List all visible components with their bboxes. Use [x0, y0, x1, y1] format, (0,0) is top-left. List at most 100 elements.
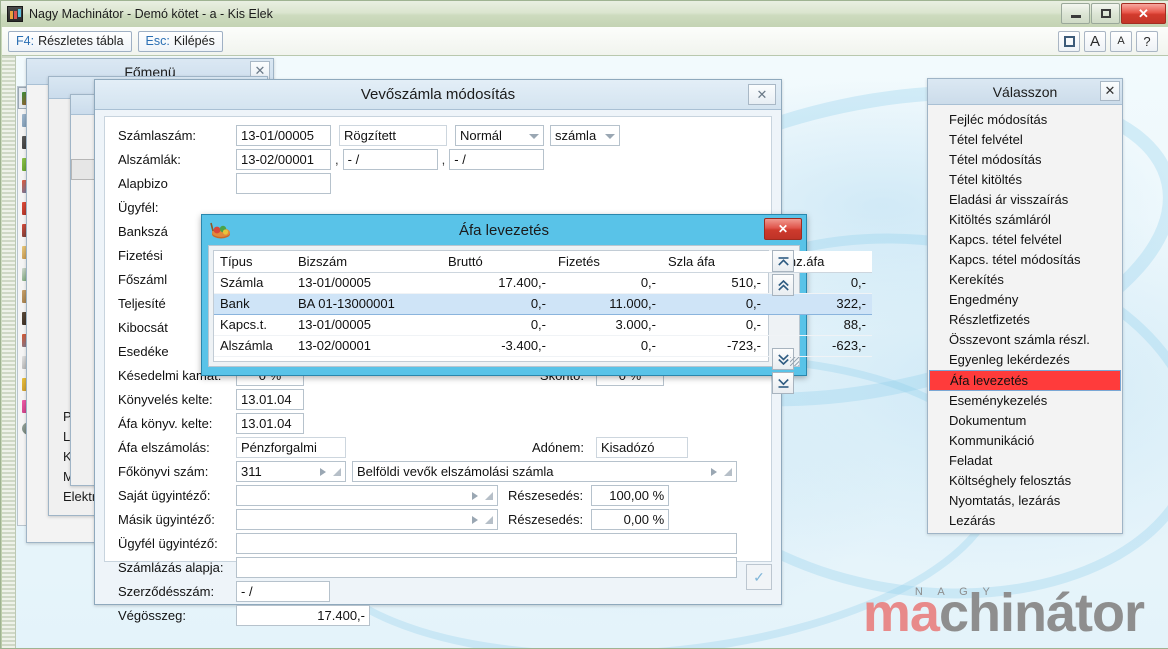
- input-status[interactable]: Rögzített: [339, 125, 447, 146]
- left-gutter: [2, 56, 16, 648]
- combo-invoice-kind[interactable]: számla: [550, 125, 620, 146]
- valasszon-title: Válasszon: [992, 83, 1058, 100]
- resize-corner-icon-4: [485, 515, 493, 524]
- field-row-ugyfel-ugyintezo: Ügyfél ügyintéző:: [118, 533, 737, 554]
- input-afa-elszamolas[interactable]: Pénzforgalmi: [236, 437, 346, 458]
- input-fokonyvi-szam[interactable]: 311: [236, 461, 346, 482]
- valasszon-item-engedmeny[interactable]: Engedmény: [929, 290, 1121, 310]
- toolbar-label-detailed-table: Részletes tábla: [38, 34, 124, 48]
- col-header-bizszam: Bizszám: [292, 251, 442, 273]
- window-box-icon[interactable]: [1058, 30, 1080, 52]
- field-row-masik-ugyintezo: Másik ügyintéző: Részesedés: 0,00 %: [118, 509, 670, 530]
- minimize-button[interactable]: [1061, 3, 1090, 24]
- vevoszamla-close-icon[interactable]: ✕: [748, 84, 776, 105]
- input-reszesedes-2[interactable]: 0,00 %: [591, 509, 670, 530]
- lookup-arrow-icon-2[interactable]: [711, 467, 717, 476]
- resize-corner-icon-3: [485, 491, 493, 500]
- valasszon-close-icon[interactable]: ✕: [1100, 81, 1120, 101]
- input-alszamla-3[interactable]: - /: [449, 149, 545, 170]
- field-row-fokonyvi-szam: Főkönyvi szám: 311 Belföldi vevők elszám…: [118, 461, 737, 482]
- toolbar-button-detailed-table[interactable]: F4: Részletes tábla: [8, 30, 132, 52]
- input-alszamla-2[interactable]: - /: [342, 149, 438, 170]
- valasszon-item-lezaras[interactable]: Lezárás: [929, 511, 1121, 531]
- cell-brutto: 0,-: [442, 314, 552, 336]
- window-controls: ✕: [1061, 3, 1166, 24]
- toolbar-right-group: A A ?: [1058, 30, 1158, 52]
- lookup-arrow-icon-3[interactable]: [472, 491, 478, 500]
- valasszon-item-koltseghely-felosztas[interactable]: Költséghely felosztás: [929, 471, 1121, 491]
- valasszon-item-tetel-kitoltes[interactable]: Tétel kitöltés: [929, 170, 1121, 190]
- valasszon-item-egyenleg-lekerdezes[interactable]: Egyenleg lekérdezés: [929, 350, 1121, 370]
- valasszon-item-kapcs-tetel-modositas[interactable]: Kapcs. tétel módosítás: [929, 250, 1121, 270]
- input-konyveles-kelte[interactable]: 13.01.04: [236, 389, 304, 410]
- input-ugyfel-ugyintezo[interactable]: [236, 533, 737, 554]
- cell-szla-afa: -723,-: [662, 335, 767, 357]
- valasszon-item-kapcs-tetel-felvetel[interactable]: Kapcs. tétel felvétel: [929, 230, 1121, 250]
- vevoszamla-footer: ✓: [104, 564, 772, 598]
- valasszon-item-kerekites[interactable]: Kerekítés: [929, 270, 1121, 290]
- app-icon: [7, 6, 23, 22]
- mdi-desktop: Főmenü ✕ Pontre Listák Kompe Másod Elekt…: [2, 56, 1168, 648]
- lookup-arrow-icon[interactable]: [320, 467, 326, 476]
- resize-grip-icon[interactable]: [790, 357, 799, 366]
- scroll-page-up-icon[interactable]: [772, 274, 794, 296]
- toolbar-label-exit: Kilépés: [173, 34, 215, 48]
- col-header-fizetes: Fizetés: [552, 251, 662, 273]
- cell-brutto: 17.400,-: [442, 272, 552, 294]
- field-row-sajat-ugyintezo: Saját ügyintéző: Részesedés: 100,00 %: [118, 485, 670, 506]
- separator-comma-1: ,: [335, 152, 339, 167]
- input-masik-ugyintezo[interactable]: [236, 509, 498, 530]
- fokonyvi-szam-value: 311: [241, 464, 262, 479]
- label-adonem: Adónem:: [531, 440, 584, 455]
- input-sajat-ugyintezo[interactable]: [236, 485, 498, 506]
- valasszon-item-feladat[interactable]: Feladat: [929, 451, 1121, 471]
- combo-invoice-type[interactable]: Normál: [455, 125, 544, 146]
- scroll-top-icon[interactable]: [772, 250, 794, 272]
- input-adonem[interactable]: Kisadózó: [596, 437, 688, 458]
- scroll-bottom-icon[interactable]: [772, 372, 794, 394]
- toolbar-button-exit[interactable]: Esc: Kilépés: [137, 30, 223, 52]
- valasszon-item-kommunikacio[interactable]: Kommunikáció: [929, 431, 1121, 451]
- combo-invoice-kind-value: számla: [555, 128, 597, 143]
- label-ugyfel: Ügyfél:: [118, 200, 159, 215]
- font-small-icon[interactable]: A: [1110, 30, 1132, 52]
- input-fokonyvi-leiras[interactable]: Belföldi vevők elszámolási számla: [352, 461, 737, 482]
- afa-body: Típus Bizszám Bruttó Fizetés Szla áfa Pé…: [208, 245, 872, 394]
- valasszon-item-kitoltes-szamlarol[interactable]: Kitöltés számláról: [929, 210, 1121, 230]
- input-alszamla-1[interactable]: 13-02/00001: [236, 149, 331, 170]
- help-icon[interactable]: ?: [1136, 30, 1158, 52]
- input-afa-konyv-kelte[interactable]: 13.01.04: [236, 413, 304, 434]
- label-fokonyvi-szam: Főkönyvi szám:: [118, 464, 209, 479]
- maximize-button[interactable]: [1091, 3, 1120, 24]
- valasszon-item-tetel-felvetel[interactable]: Tétel felvétel: [929, 130, 1121, 150]
- afa-close-button[interactable]: ✕: [764, 218, 802, 240]
- confirm-check-icon[interactable]: ✓: [746, 564, 772, 590]
- valasszon-item-eladasi-ar-visszairas[interactable]: Eladási ár visszaírás: [929, 190, 1121, 210]
- input-szamlaszam[interactable]: 13-01/00005: [236, 125, 331, 146]
- valasszon-item-nyomtatas-lezaras[interactable]: Nyomtatás, lezárás: [929, 491, 1121, 511]
- afa-scroll-buttons: [772, 250, 796, 394]
- valasszon-item-afa-levezetes[interactable]: Áfa levezetés: [929, 370, 1121, 391]
- cell-brutto: -3.400,-: [442, 335, 552, 357]
- valasszon-item-fejlec-modositas[interactable]: Fejléc módosítás: [929, 110, 1121, 130]
- font-large-icon[interactable]: A: [1084, 30, 1106, 52]
- valasszon-item-reszletfizetes[interactable]: Részletfizetés: [929, 310, 1121, 330]
- valasszon-item-osszevont-szamla-reszl[interactable]: Összevont számla részl.: [929, 330, 1121, 350]
- valasszon-item-tetel-modositas[interactable]: Tétel módosítás: [929, 150, 1121, 170]
- cell-bizszam: 13-01/00005: [292, 314, 442, 336]
- valasszon-item-dokumentum[interactable]: Dokumentum: [929, 411, 1121, 431]
- valasszon-panel: Válasszon ✕ Fejléc módosítás Tétel felvé…: [927, 78, 1123, 534]
- lookup-arrow-icon-4[interactable]: [472, 515, 478, 524]
- cell-fizetes: 3.000,-: [552, 314, 662, 336]
- brand-logo: N A G Y machinátor: [863, 583, 1145, 643]
- input-alapbizonylat[interactable]: [236, 173, 331, 194]
- label-reszesedes-1: Részesedés:: [508, 488, 584, 503]
- input-vegosszeg[interactable]: 17.400,-: [236, 605, 370, 626]
- label-vegosszeg: Végösszeg:: [118, 608, 186, 623]
- close-button[interactable]: ✕: [1121, 3, 1166, 24]
- combo-invoice-type-value: Normál: [460, 128, 502, 143]
- valasszon-item-esemenykezeles[interactable]: Eseménykezelés: [929, 391, 1121, 411]
- vevoszamla-titlebar: Vevőszámla módosítás ✕: [95, 80, 781, 110]
- input-reszesedes-1[interactable]: 100,00 %: [591, 485, 670, 506]
- logo-chinator: chinátor: [938, 583, 1145, 643]
